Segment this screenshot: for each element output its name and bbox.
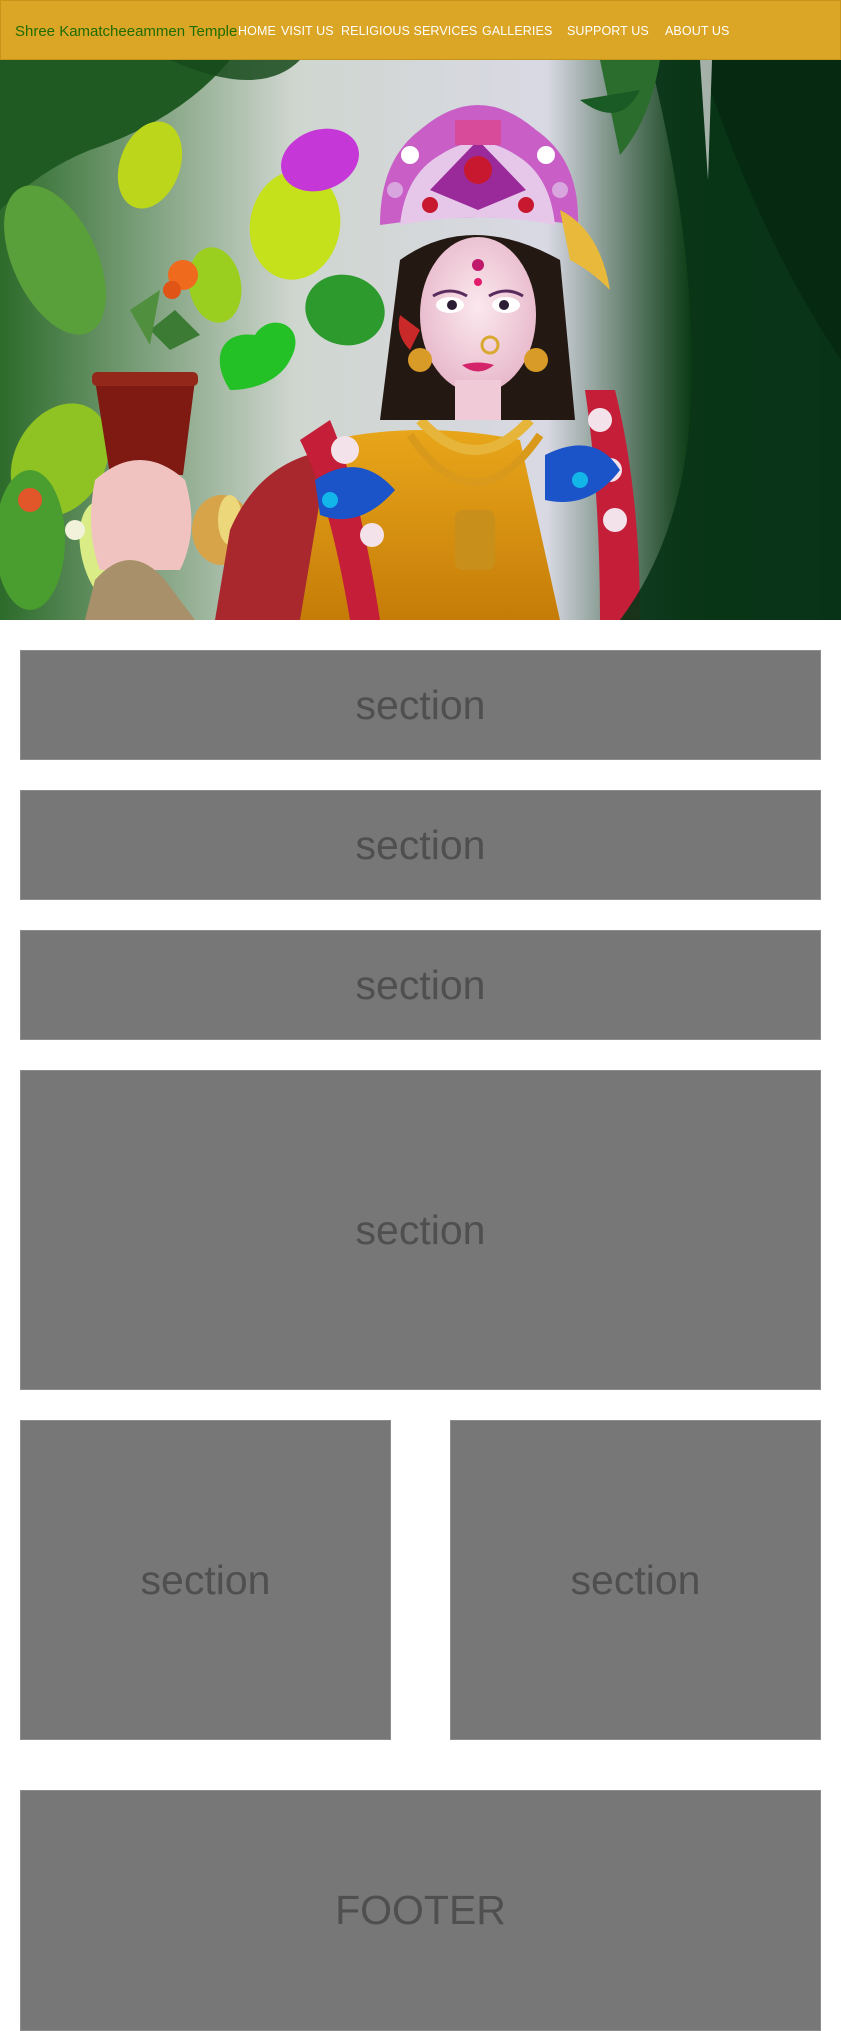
brand-title[interactable]: Shree Kamatcheeammen Temple (15, 23, 237, 41)
content-section-1: section (20, 650, 821, 760)
content-section-3: section (20, 930, 821, 1040)
content-section-4: section (20, 1070, 821, 1390)
content-section-5: section (20, 1420, 391, 1740)
content-section-2: section (20, 790, 821, 900)
section-label: section (140, 1556, 271, 1603)
footer-label: FOOTER (335, 1887, 506, 1933)
section-label: section (355, 681, 486, 728)
nav-link-galleries[interactable]: GALLERIES (482, 24, 552, 39)
nav-link-home[interactable]: HOME (238, 24, 276, 39)
section-label: section (570, 1556, 701, 1603)
section-label: section (355, 1206, 486, 1253)
nav-link-visit-us[interactable]: VISIT US (281, 24, 334, 39)
nav-link-support-us[interactable]: SUPPORT US (567, 24, 649, 39)
section-label: section (355, 821, 486, 868)
content-section-6: section (450, 1420, 821, 1740)
navbar: Shree Kamatcheeammen Temple HOME VISIT U… (0, 0, 841, 60)
nav-link-about-us[interactable]: ABOUT US (665, 24, 729, 39)
section-label: section (355, 961, 486, 1008)
footer: FOOTER (20, 1790, 821, 2031)
hero-image (0, 60, 841, 620)
nav-link-religious-services[interactable]: RELIGIOUS SERVICES (341, 24, 477, 39)
